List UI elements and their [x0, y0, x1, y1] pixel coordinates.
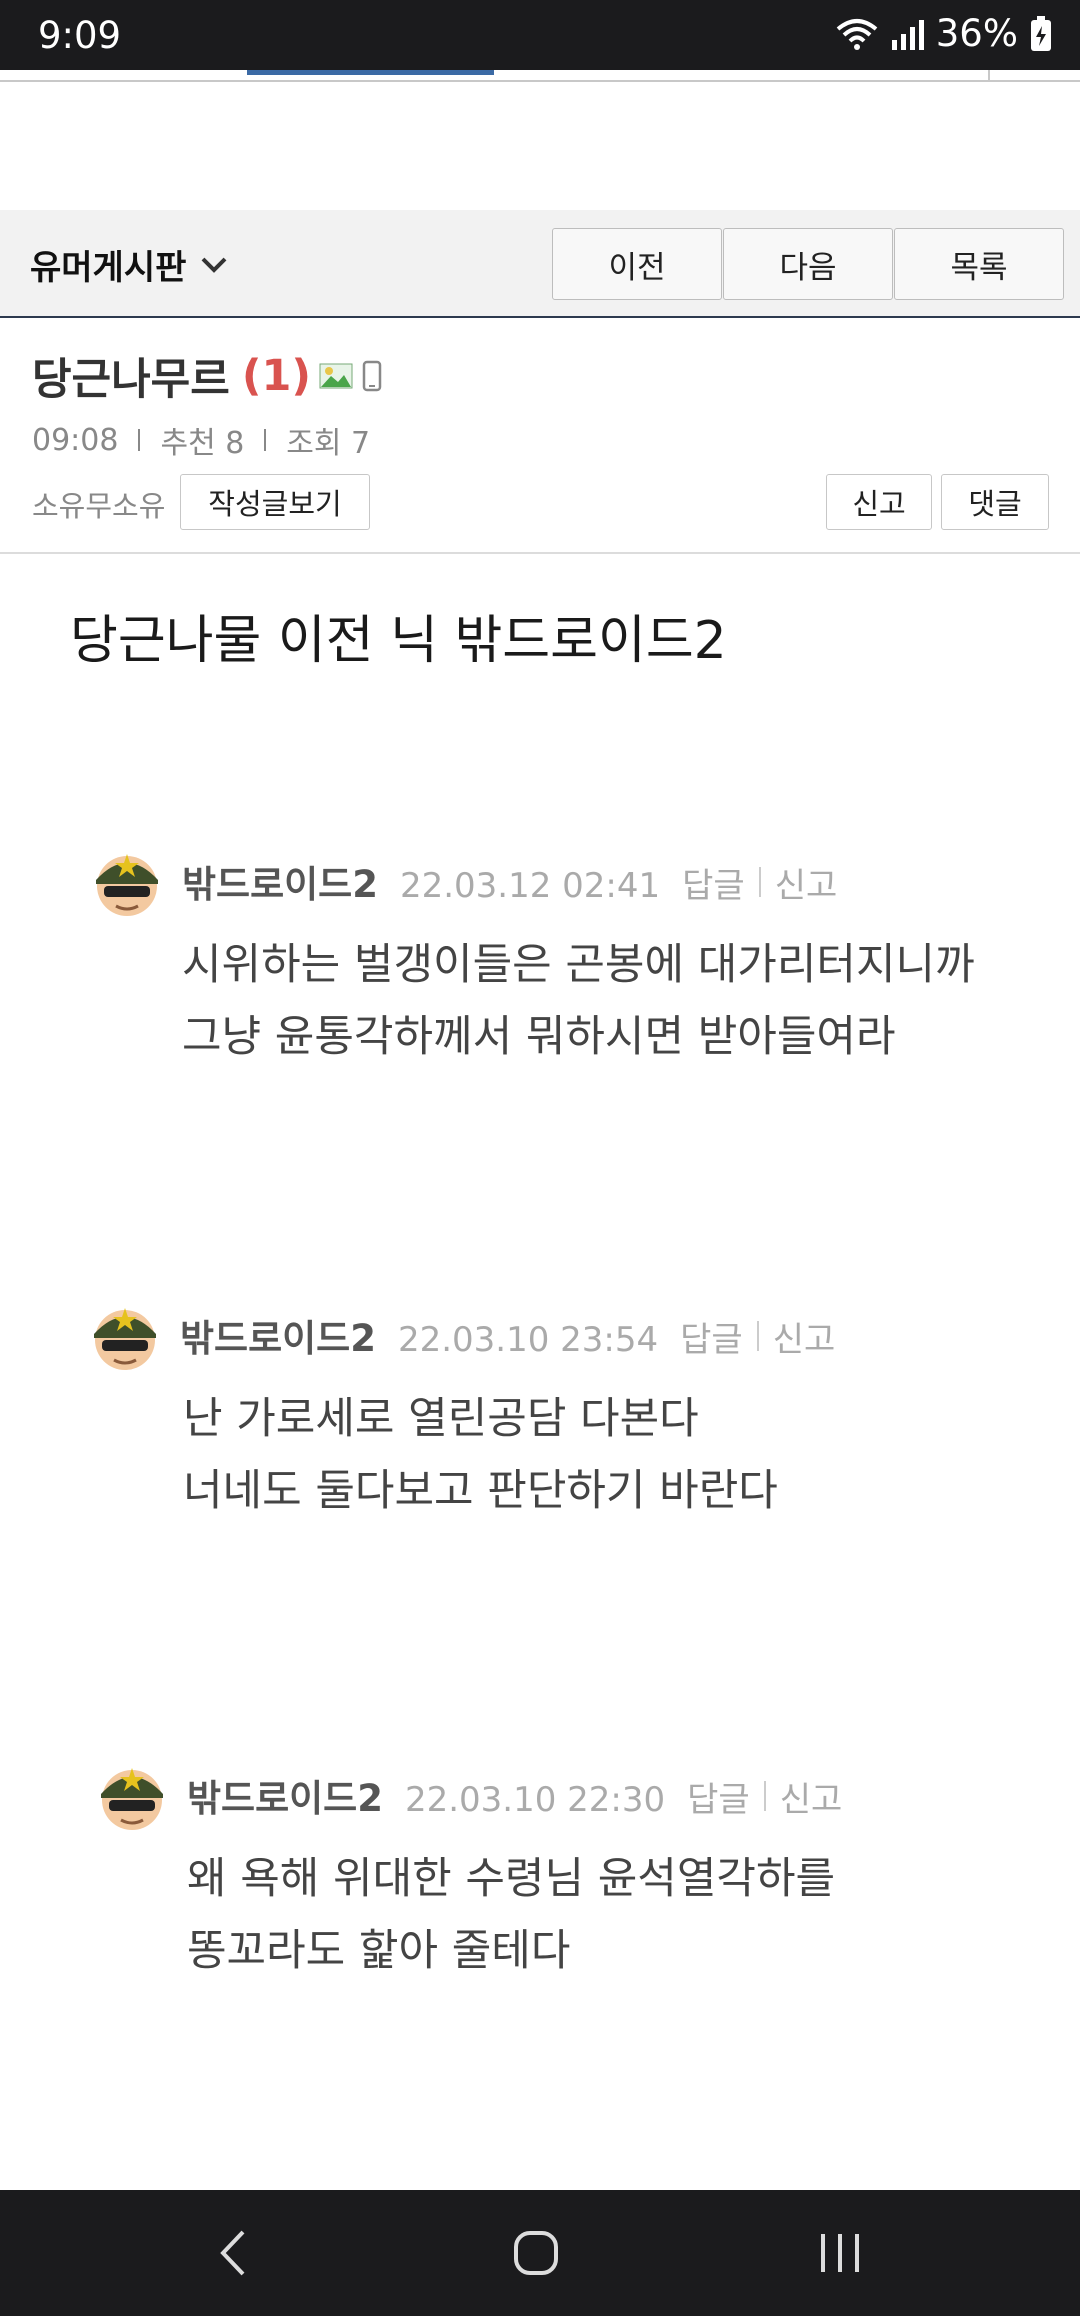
board-header: 유머게시판 이전 다음 목록	[0, 210, 1080, 318]
comment-count[interactable]: (1)	[242, 351, 311, 401]
home-icon	[514, 2231, 558, 2275]
soldier-avatar	[94, 1308, 156, 1370]
comment-line: 똥꼬라도 핥아 줄테다	[187, 1926, 571, 1976]
comment-action-divider	[756, 1321, 759, 1351]
header-divider	[0, 552, 1080, 554]
comment-header: 밖드로이드2 22.03.10 22:30 답글 신고	[187, 1768, 842, 1822]
comment-reply-link: 답글	[680, 1320, 743, 1360]
view-posts-button[interactable]: 작성글보기	[180, 474, 370, 530]
back-icon	[220, 2230, 245, 2276]
list-button[interactable]: 목록	[894, 228, 1064, 300]
signal-icon	[891, 19, 924, 50]
image-icon	[319, 363, 353, 389]
status-icons: 36%	[836, 12, 1052, 55]
comment-reply-link: 답글	[687, 1780, 750, 1820]
soldier-avatar	[101, 1768, 163, 1830]
comment-line: 너네도 둘다보고 판단하기 바란다	[183, 1466, 778, 1516]
comment-line: 그냥 윤통각하께서 뭐하시면 받아들여라	[182, 1012, 896, 1062]
battery-percent: 36%	[935, 12, 1018, 55]
next-button[interactable]: 다음	[723, 228, 893, 300]
soldier-avatar	[96, 854, 158, 916]
comment-header: 밖드로이드2 22.03.10 23:54 답글 신고	[180, 1308, 835, 1362]
prev-button[interactable]: 이전	[552, 228, 722, 300]
comment-report-link: 신고	[774, 866, 838, 906]
tab-separator	[988, 70, 990, 80]
comment-report-link: 신고	[772, 1320, 836, 1360]
comment-header: 밖드로이드2 22.03.12 02:41 답글 신고	[182, 854, 837, 908]
post-body: 당근나물 이전 닉 밖드로이드2	[70, 611, 727, 671]
status-bar: 9:09 36%	[0, 0, 1080, 70]
mobile-icon	[362, 360, 382, 392]
comment-author: 밖드로이드2	[180, 1317, 376, 1360]
board-title: 유머게시판	[30, 248, 187, 288]
status-time: 9:09	[38, 14, 122, 57]
comment-reply-link: 답글	[682, 866, 745, 906]
post-recommend: 추천 8	[160, 426, 245, 461]
home-button[interactable]	[436, 2190, 636, 2316]
recents-icon	[821, 2234, 859, 2272]
post-views: 조회 7	[286, 426, 371, 461]
active-tab-indicator	[247, 70, 494, 75]
comment-item: 밖드로이드2 22.03.12 02:41 답글 신고 시위하는 벌갱이들은 곤…	[90, 846, 1070, 1066]
post-author[interactable]: 소유무소유	[32, 483, 165, 525]
comment-date: 22.03.10 22:30	[404, 1780, 666, 1820]
tab-strip	[0, 70, 1080, 82]
battery-icon	[1031, 15, 1051, 51]
board-selector[interactable]: 유머게시판	[30, 240, 228, 289]
comment-line: 왜 욕해 위대한 수령님 윤석열각하를	[187, 1854, 836, 1904]
comment-item: 밖드로이드2 22.03.10 23:54 답글 신고 난 가로세로 열린공담 …	[88, 1300, 1068, 1520]
meta-divider	[264, 429, 267, 451]
meta-divider	[138, 429, 141, 451]
comment-item: 밖드로이드2 22.03.10 22:30 답글 신고 왜 욕해 위대한 수령님…	[95, 1760, 1075, 1980]
post-time: 09:08	[32, 422, 119, 458]
comment-report-link: 신고	[779, 1780, 843, 1820]
post-title: 당근나무르 (1)	[32, 345, 383, 407]
comment-line: 난 가로세로 열린공담 다본다	[183, 1394, 699, 1444]
post-meta: 09:08 추천 8 조회 7	[32, 418, 370, 462]
post-title-text: 당근나무르	[32, 355, 230, 405]
report-button[interactable]: 신고	[826, 474, 932, 530]
comment-action-divider	[763, 1781, 766, 1811]
comment-button[interactable]: 댓글	[941, 474, 1049, 530]
comment-date: 22.03.10 23:54	[397, 1320, 659, 1360]
comment-line: 시위하는 벌갱이들은 곤봉에 대가리터지니까	[182, 940, 975, 990]
comment-date: 22.03.12 02:41	[399, 866, 661, 906]
chevron-down-icon	[201, 257, 227, 273]
comment-action-divider	[758, 867, 761, 897]
wifi-icon	[836, 18, 878, 50]
system-nav-bar	[0, 2190, 1080, 2316]
recents-button[interactable]	[740, 2190, 940, 2316]
comment-author: 밖드로이드2	[182, 863, 378, 906]
comment-author: 밖드로이드2	[187, 1777, 383, 1820]
back-button[interactable]	[134, 2190, 334, 2316]
